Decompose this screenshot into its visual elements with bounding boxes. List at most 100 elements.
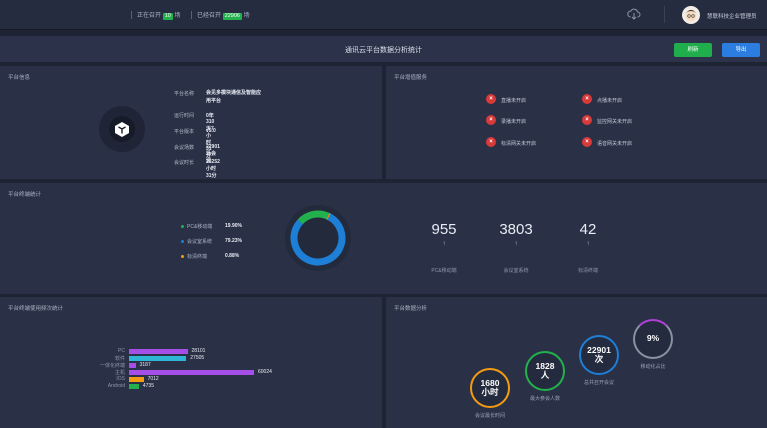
stat-value: 42 [579,221,597,238]
legend-label: 标清终端 [187,254,208,260]
service-status: 点播未开启 [597,98,623,104]
info-key: 运行时间 [174,113,195,119]
stat-circle-label: 总共召开会议 [583,380,614,386]
info-value: 会见多模块通信及智能应用平台 [206,90,262,104]
ongoing-meetings: 正在召开 10 场 [137,10,181,20]
service-status: 直播未开启 [501,98,527,104]
info-row: 运行时间 0年310天7小时31分 [174,112,214,159]
panel-title: 平台信息 [8,75,31,81]
terminal-stats-panel: 平台终端统计 PC&移动端 19.90% 会议室系统 79.23% 标清终端 0.88% … [0,183,767,294]
user-name[interactable]: 慧联科技企业管理员 [707,12,757,20]
legend-dot [181,255,184,259]
legend-dot [181,240,184,244]
bar [129,363,136,368]
stat-circle: 1680 小时 [470,368,510,408]
bar [129,349,188,354]
bar [129,356,187,361]
service-status: 录播未开启 [501,119,527,125]
bar-value-label: 7012 [147,376,159,382]
page-title: 通讯云平台数据分析统计 [345,47,422,54]
stat-circle-value: 22901 次 [587,345,611,364]
bar-category-label: 主机 [114,370,125,376]
done-unit: 场 [243,13,250,19]
bar [129,377,144,382]
stat-value: 955 [431,221,457,238]
bar [129,384,139,389]
info-row: 会议时长 23252小时31分 [174,159,220,179]
legend-percent: 0.88% [225,253,240,259]
top-bar: 正在召开 10 场 已经召开 22906 场 慧联科技企业管理员 [0,0,767,30]
service-disabled-icon: × [486,94,496,104]
legend-percent: 79.23% [225,238,242,244]
panel-title: 平台终端使用频次统计 [8,306,64,312]
info-value: 23252小时31分 [206,159,220,179]
bar [129,370,254,375]
legend-dot [181,225,184,229]
trend-up-icon: ↑ [586,241,590,247]
cloud-download-icon[interactable] [627,7,641,26]
divider [191,11,192,19]
trend-up-icon: ↑ [442,241,446,247]
platform-info-panel: 平台信息 平台名称 会见多模块通信及智能应用平台 运行时间 0年310天7小时31分平… [0,66,382,179]
stat-value: 3803 [499,221,533,238]
cube-icon [109,116,135,142]
stat-circle-label: 移动化占比 [640,364,666,370]
service-status: 标清网关未开启 [501,141,537,147]
legend-item: 标清终端 0.88% [181,253,239,260]
bar-category-label: PC [118,348,125,354]
refresh-button[interactable]: 刷新 [674,43,712,57]
service-disabled-icon: × [486,115,496,125]
service-disabled-icon: × [582,115,592,125]
bar-category-label: Android [107,383,125,389]
stat-circle-label: 最大参会人数 [529,396,560,402]
divider [664,6,665,23]
data-analysis-panel: 平台数据分析 1680 小时会议最长时间 1828 人最大参会人数 22901 次总… [386,297,767,428]
page-header: 通讯云平台数据分析统计 [0,36,767,62]
stat-label: 标清终端 [577,268,598,274]
bar-category-label: 一体化终端 [99,363,125,369]
info-key: 平台版本 [174,129,195,135]
service-status: 语音网关未开启 [597,141,633,147]
done-label: 已经召开 [197,13,222,19]
export-button[interactable]: 导出 [722,43,760,57]
service-disabled-icon: × [582,137,592,147]
platform-logo [99,106,145,152]
legend-percent: 19.90% [225,223,242,229]
done-count-badge: 22906 [222,13,242,20]
ongoing-label: 正在召开 [137,13,162,19]
panel-title: 平台增值服务 [394,75,428,81]
trend-up-icon: ↑ [514,241,518,247]
bar-category-label: IOS [116,376,125,382]
divider [131,11,132,19]
info-key: 会议场数 [174,145,195,151]
bar-value-label: 60024 [258,369,272,375]
legend-item: PC&移动端 19.90% [181,223,242,230]
bar-value-label: 4735 [142,383,154,389]
bar-value-label: 3187 [139,362,151,368]
stat-circle: 9% [633,319,673,359]
info-row: 会议场数 22901场会议 [174,144,220,164]
terminal-donut-chart [285,205,351,271]
info-key: 平台名称 [174,91,195,97]
terminal-usage-panel: 平台终端使用频次统计 PC 28101 软件 27505 一体化终端 3187 主机 6002… [0,297,382,428]
bar-value-label: 28101 [191,348,206,354]
bar-category-label: 软件 [114,356,125,362]
avatar[interactable] [682,6,700,24]
legend-label: 会议室系统 [187,239,213,245]
service-status: 监控网关未开启 [597,119,633,125]
panel-title: 平台数据分析 [394,306,428,312]
stat-circle-label: 会议最长时间 [474,413,505,419]
stat-label: PC&移动端 [431,268,457,274]
service-disabled-icon: × [582,94,592,104]
legend-label: PC&移动端 [187,224,213,230]
info-row: 平台名称 会见多模块通信及智能应用平台 [174,90,261,104]
info-value: v5.0 [206,128,216,134]
ongoing-count-badge: 10 [162,13,173,20]
value-added-services-panel: 平台增值服务 × 直播未开启 × 点播未开启 × 录播未开启 × 监控网关未开启 × 标清网关未开… [386,66,767,179]
stat-label: 会议室系统 [503,268,529,274]
legend-item: 会议室系统 79.23% [181,238,242,245]
panel-title: 平台终端统计 [8,192,42,198]
info-row: 平台版本 v5.0 [174,128,216,135]
stat-circle-value: 1828 人 [535,361,555,380]
info-key: 会议时长 [174,160,195,166]
